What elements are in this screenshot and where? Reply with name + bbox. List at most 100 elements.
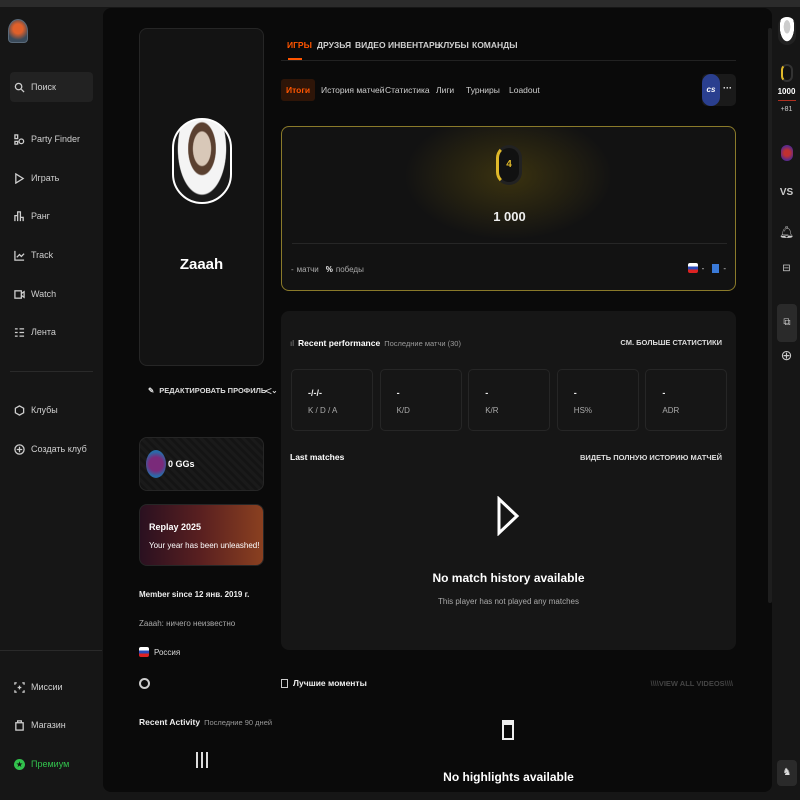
nav-label: Магазин [31, 720, 66, 730]
user-avatar[interactable] [778, 17, 796, 45]
profile-bio: Zaaah: ничего неизвестно [139, 619, 236, 628]
no-matches-subtitle: This player has not played any matches [438, 597, 579, 606]
russia-flag-icon [687, 263, 698, 273]
sidebar-item-rank[interactable]: Ранг [10, 201, 93, 231]
sidebar-item-party-finder[interactable]: Party Finder [10, 124, 93, 154]
bell-icon[interactable]: 🔔︎ [773, 225, 800, 239]
subtab-2[interactable]: Статистика [385, 85, 430, 95]
rank-icon [14, 210, 24, 221]
rank-card: 4 1 000 - матчи % победы - - [281, 126, 736, 291]
bar-chart-icon [196, 752, 208, 768]
track-icon [14, 250, 25, 261]
region-flag-icon [712, 263, 720, 273]
no-matches-title: No match history available [432, 571, 585, 585]
sidebar-item-watch[interactable]: Watch [10, 279, 93, 309]
vs-button[interactable]: VS [773, 187, 800, 198]
stats-bars-icon: ıl [290, 339, 294, 348]
profile-avatar [172, 118, 232, 204]
nav-label: Клубы [31, 405, 58, 415]
tab-3[interactable]: ИНВЕНТАРЬ [388, 40, 441, 50]
profile-name: Zaaah [179, 256, 224, 273]
missions-icon [14, 681, 25, 693]
ggs-card[interactable]: 0 GGs [139, 437, 264, 491]
stat-box: - K/R [468, 369, 551, 431]
sidebar: Поиск Party Finder Играть Ранг Track Wat… [0, 7, 102, 800]
sidebar-item-play[interactable]: Играть [10, 163, 93, 193]
recent-activity-header: Recent Activity Последние 90 дней [139, 717, 272, 727]
sidebar-item-clubs[interactable]: Клубы [10, 395, 93, 425]
level-badge: 4 [496, 145, 522, 185]
replay-banner[interactable]: Replay 2025 Your year has been unleashed… [139, 504, 264, 566]
performance-title: Recent performance [298, 338, 381, 348]
highlights-empty-icon [502, 720, 514, 740]
sidebar-divider [10, 371, 93, 372]
window-top-strip [0, 0, 800, 7]
watch-icon [14, 289, 25, 299]
region-rank: - [723, 263, 726, 273]
premium-star-icon: ★ [14, 758, 25, 770]
russia-flag-icon [139, 647, 149, 657]
event-icon[interactable] [781, 145, 793, 161]
nav-label: Премиум [31, 759, 70, 769]
active-tab-underline [288, 58, 302, 60]
country-label: Россия [154, 647, 181, 657]
view-all-videos-link[interactable]: \\\\VIEW ALL VIDEOS\\\\ [650, 679, 733, 688]
add-circle-icon[interactable]: ⊕ [773, 347, 800, 364]
main-scrollbar[interactable] [768, 28, 772, 603]
subtab-0[interactable]: Итоги [281, 79, 316, 101]
edit-profile-button[interactable]: ✎ РЕДАКТИРОВАТЬ ПРОФИЛЬ ⌄ [148, 386, 278, 395]
no-highlights-title: No highlights available [443, 770, 574, 784]
more-icon[interactable]: ··· [723, 83, 732, 93]
party-icon[interactable]: ⊟ [773, 263, 800, 274]
play-outline-icon [497, 496, 520, 536]
subtab-3[interactable]: Лиги [436, 85, 454, 95]
shop-icon [15, 719, 24, 731]
sidebar-item-missions[interactable]: Миссии [10, 672, 93, 702]
matches-label: матчи [296, 265, 319, 274]
subtab-4[interactable]: Турниры [466, 85, 500, 95]
stat-box: - HS% [556, 369, 639, 431]
nav-label: Создать клуб [31, 444, 87, 454]
stat-label: HS% [573, 406, 593, 415]
party-finder-icon [14, 133, 25, 145]
tab-2[interactable]: ВИДЕО [355, 40, 386, 50]
steam-icon[interactable] [139, 678, 150, 689]
nav-label: Лента [31, 327, 56, 337]
subtab-1[interactable]: История матчей [321, 85, 385, 95]
cs-game-badge: cs [702, 74, 720, 106]
performance-card: ıl Recent performance Последние матчи (3… [281, 311, 736, 650]
rail-bottom-button[interactable]: ♞ [777, 760, 797, 786]
full-history-link[interactable]: ВИДЕТЬ ПОЛНУЮ ИСТОРИЮ МАТЧЕЙ [580, 453, 722, 462]
search-icon [14, 82, 25, 93]
rank-level-mini-icon[interactable] [781, 64, 793, 82]
game-selector[interactable]: cs ··· [702, 74, 736, 106]
tab-1[interactable]: ДРУЗЬЯ [317, 40, 351, 50]
share-icon[interactable]: < [265, 384, 272, 398]
tab-5[interactable]: КОМАНДЫ [472, 40, 518, 50]
stat-label: K / D / A [308, 406, 338, 415]
tab-0[interactable]: ИГРЫ [287, 40, 312, 50]
more-stats-link[interactable]: СМ. БОЛЬШЕ СТАТИСТИКИ [620, 338, 722, 347]
sidebar-item-premium[interactable]: ★ Премиум [10, 749, 93, 779]
app-logo[interactable] [8, 19, 28, 43]
subtab-5[interactable]: Loadout [509, 85, 540, 95]
search-button[interactable]: Поиск [10, 72, 93, 102]
tab-4[interactable]: КЛУБЫ [438, 40, 469, 50]
party-finder-rail-button[interactable]: ⧉ [777, 304, 797, 342]
sidebar-item-create-club[interactable]: Создать клуб [10, 434, 93, 464]
stat-box: - ADR [645, 369, 728, 431]
sidebar-item-shop[interactable]: Магазин [10, 710, 93, 740]
rail-elo-delta: +81 [780, 106, 793, 113]
replay-subtitle: Your year has been unleashed! [149, 541, 260, 550]
nav-label: Watch [31, 289, 57, 299]
performance-header: ıl Recent performance Последние матчи (3… [290, 338, 461, 348]
tabs-divider [281, 60, 736, 61]
rank-summary: - матчи % победы [291, 265, 364, 274]
right-rail: 1000 +81 VS 🔔︎ ⊟ ⧉ ⊕ ♞ [773, 7, 800, 800]
sidebar-item-feed[interactable]: Лента [10, 317, 93, 347]
recent-activity-subtitle: Последние 90 дней [204, 718, 273, 727]
sidebar-item-track[interactable]: Track [10, 240, 93, 270]
replay-title: Replay 2025 [149, 522, 202, 532]
nav-label: Party Finder [31, 134, 81, 144]
chevron-down-icon: ⌄ [271, 386, 278, 395]
